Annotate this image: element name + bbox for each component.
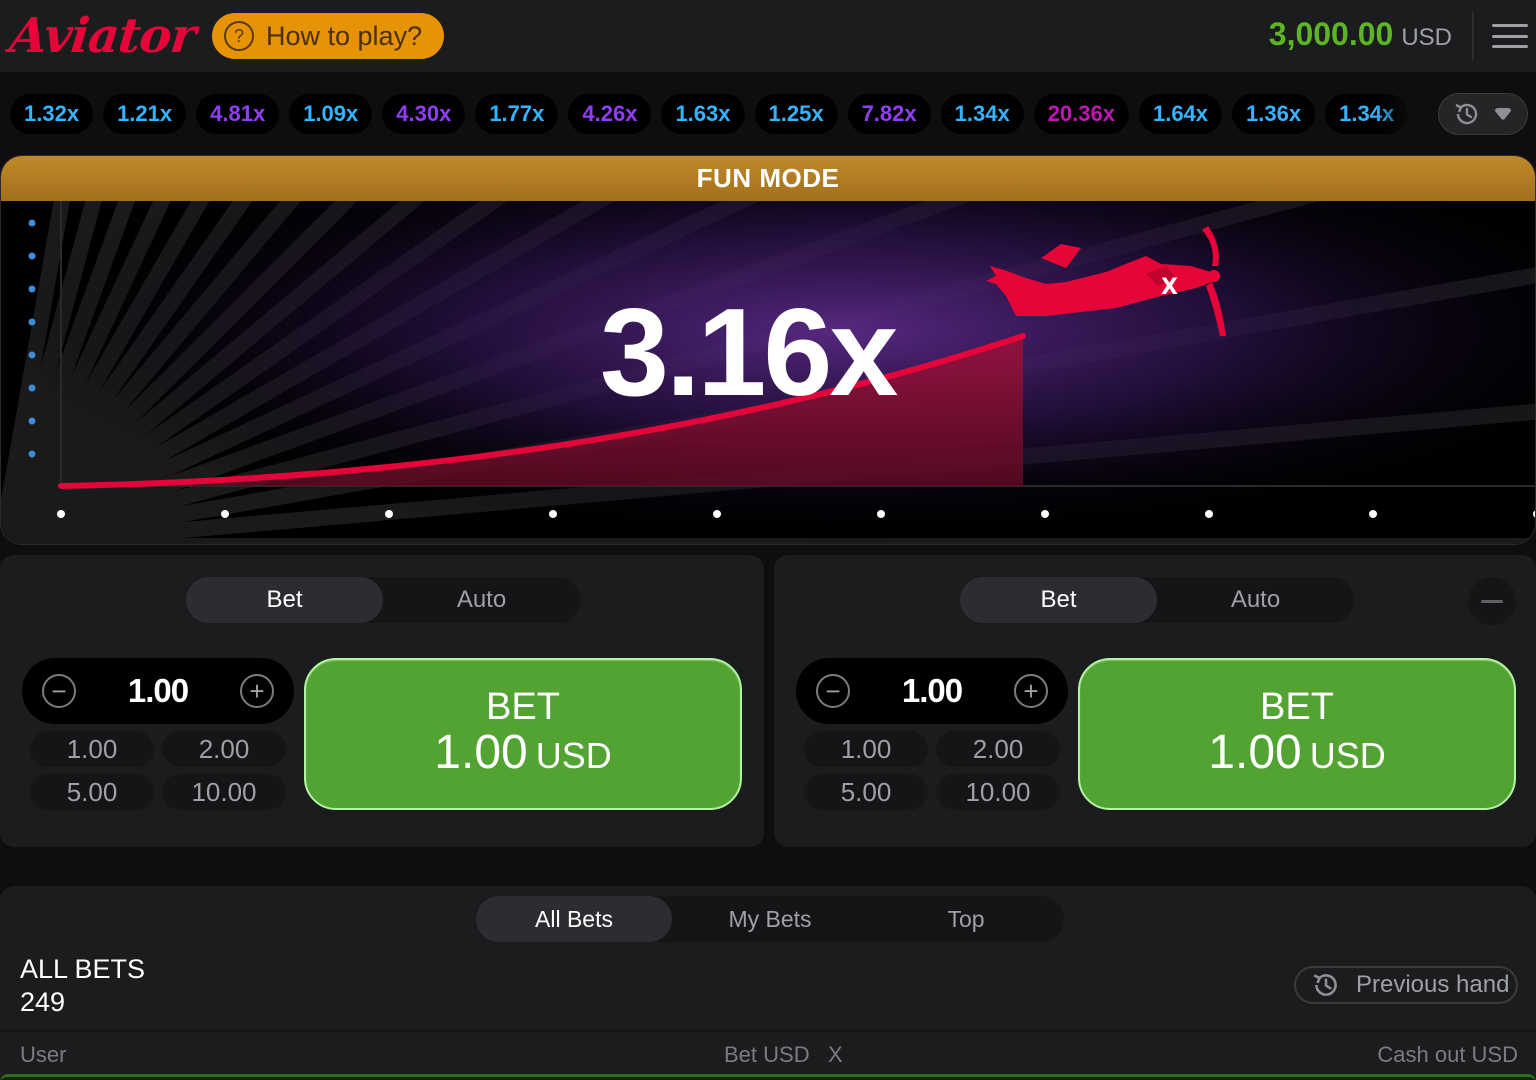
history-chip[interactable]: 4.30x (382, 94, 466, 134)
history-clock-icon (1313, 974, 1337, 996)
bet-button-amount: 1.00 (434, 725, 528, 779)
quick-amount-1[interactable]: 1.00 (804, 731, 928, 767)
column-bet: Bet USD (724, 1042, 810, 1067)
decrease-amount-button[interactable]: − (42, 674, 76, 708)
all-bets-title: ALL BETS (20, 954, 146, 984)
all-bets-count: 249 (20, 987, 66, 1017)
history-chip[interactable]: 1.63x (661, 94, 745, 134)
bet-panel-2: Bet Auto − 1.00 + 1.00 2.00 5.00 10.00 B… (774, 555, 1536, 847)
bet-button[interactable]: BET 1.00 USD (1078, 658, 1516, 810)
multiplier-history: 1.32x 1.21x 4.81x 1.09x 4.30x 1.77x 4.26x 1.63x… (0, 82, 1536, 146)
quick-amount-10[interactable]: 10.00 (936, 774, 1060, 810)
quick-amount-2[interactable]: 2.00 (162, 731, 286, 767)
minus-icon (1481, 599, 1503, 603)
history-chips: 1.32x 1.21x 4.81x 1.09x 4.30x 1.77x 4.26x 1.63x… (10, 94, 1424, 134)
column-user: User (20, 1042, 67, 1067)
tab-auto[interactable]: Auto (1157, 577, 1354, 623)
quick-amount-5[interactable]: 5.00 (30, 774, 154, 810)
tab-top[interactable]: Top (868, 896, 1064, 942)
bet-button[interactable]: BET 1.00 USD (304, 658, 742, 810)
history-chip[interactable]: 1.21x (103, 94, 187, 134)
question-icon: ? (224, 21, 254, 51)
bet-panel-1: Bet Auto − 1.00 + 1.00 2.00 5.00 10.00 B… (0, 555, 764, 847)
history-chip[interactable]: 1.34x (940, 94, 1024, 134)
hamburger-menu-icon[interactable] (1492, 24, 1528, 48)
history-toggle-button[interactable] (1438, 93, 1528, 135)
column-x: X (828, 1042, 843, 1067)
fun-mode-banner: FUN MODE (1, 156, 1535, 201)
bets-table-header: User Bet USD X Cash out USD (0, 1030, 1536, 1076)
increase-amount-button[interactable]: + (239, 674, 274, 708)
history-fade (1374, 94, 1424, 134)
bets-tabs: All Bets My Bets Top (476, 896, 1064, 942)
header-divider (1472, 12, 1474, 60)
history-chip[interactable]: 1.25x (754, 94, 838, 134)
bet-amount-stepper: − 1.00 + (796, 658, 1068, 724)
history-chip[interactable]: 4.26x (568, 94, 652, 134)
bet-panel-1-tabs: Bet Auto (186, 577, 580, 623)
tab-auto[interactable]: Auto (383, 577, 580, 623)
bet-amount-stepper: − 1.00 + (22, 658, 294, 724)
bet-button-amount: 1.00 (1208, 725, 1302, 779)
bet-amount-value[interactable]: 1.00 (128, 672, 189, 710)
decrease-amount-button[interactable]: − (816, 674, 850, 708)
tab-bet[interactable]: Bet (960, 577, 1157, 623)
remove-panel-button[interactable] (1468, 577, 1516, 625)
bet-button-currency: USD (535, 734, 612, 776)
bet-button-currency: USD (1309, 734, 1386, 776)
previous-hand-button[interactable]: Previous hand (1294, 966, 1518, 1004)
history-chip[interactable]: 1.77x (475, 94, 559, 134)
history-chip[interactable]: 7.82x (847, 94, 931, 134)
tab-my-bets[interactable]: My Bets (672, 896, 868, 942)
bets-section: All Bets My Bets Top ALL BETS 249 Previo… (0, 886, 1536, 1080)
top-bar: Aviator ? How to play? 3,000.00 USD (0, 0, 1536, 72)
history-clock-icon (1455, 103, 1478, 125)
tab-bet[interactable]: Bet (186, 577, 383, 623)
current-multiplier: 3.16x (600, 284, 898, 422)
table-row (0, 1074, 1536, 1080)
balance: 3,000.00 USD (1269, 16, 1452, 53)
svg-text:X: X (1161, 275, 1178, 300)
bet-button-label: BET (1260, 685, 1334, 728)
previous-hand-label: Previous hand (1356, 971, 1510, 998)
balance-currency: USD (1401, 24, 1452, 51)
history-chip[interactable]: 1.36x (1232, 94, 1316, 134)
quick-amount-5[interactable]: 5.00 (804, 774, 928, 810)
how-to-play-label: How to play? (266, 20, 423, 51)
balance-amount: 3,000.00 (1268, 16, 1394, 52)
column-cashout: Cash out USD (1377, 1042, 1518, 1067)
history-chip[interactable]: 4.81x (196, 94, 280, 134)
aviator-logo[interactable]: Aviator (7, 8, 198, 64)
quick-amount-1[interactable]: 1.00 (30, 731, 154, 767)
quick-amount-10[interactable]: 10.00 (162, 774, 286, 810)
quick-amount-2[interactable]: 2.00 (936, 731, 1060, 767)
bet-button-label: BET (486, 685, 560, 728)
tab-all-bets[interactable]: All Bets (476, 896, 672, 942)
bet-amount-value[interactable]: 1.00 (902, 672, 963, 710)
bet-panel-2-tabs: Bet Auto (960, 577, 1354, 623)
history-chip[interactable]: 20.36x (1033, 94, 1129, 134)
history-chip[interactable]: 1.64x (1138, 94, 1223, 134)
history-chip[interactable]: 1.09x (289, 94, 373, 134)
chevron-down-icon (1495, 108, 1511, 120)
history-chip[interactable]: 1.32x (10, 94, 94, 134)
how-to-play-button[interactable]: ? How to play? (212, 13, 444, 59)
increase-amount-button[interactable]: + (1013, 674, 1048, 708)
